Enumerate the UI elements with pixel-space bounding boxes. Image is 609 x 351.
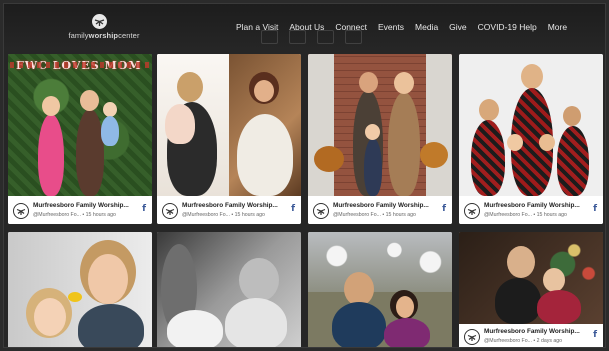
ghost-icon (261, 30, 278, 44)
post-account-name[interactable]: Murfreesboro Family Worship... (484, 328, 580, 335)
post-footer: Murfreesboro Family Worship... @Murfrees… (157, 198, 301, 224)
ghost-icon (317, 30, 334, 44)
social-post-card[interactable]: FWC LOVES MOM Murfreesboro Family Worshi… (8, 54, 152, 224)
post-photo[interactable] (308, 54, 452, 196)
facebook-icon[interactable]: f (142, 204, 146, 214)
avatar[interactable] (162, 203, 178, 219)
post-photo[interactable] (157, 232, 301, 347)
post-meta: @Murfreesboro Fo... • 2 days ago (484, 338, 563, 344)
social-post-card[interactable]: Murfreesboro Family Worship... @Murfrees… (459, 232, 603, 347)
ghost-icon (345, 30, 362, 44)
social-post-card[interactable] (8, 232, 152, 347)
header-background-icons (261, 30, 362, 44)
ghost-icon (289, 30, 306, 44)
avatar[interactable] (464, 203, 480, 219)
main-nav: Plan a Visit About Us Connect Events Med… (236, 22, 578, 32)
post-account-name[interactable]: Murfreesboro Family Worship... (33, 202, 129, 209)
facebook-icon[interactable]: f (593, 204, 597, 214)
nav-item-about-us[interactable]: About Us (289, 22, 324, 32)
post-meta: @Murfreesboro Fo... • 15 hours ago (182, 212, 265, 218)
facebook-icon[interactable]: f (442, 204, 446, 214)
nav-item-more[interactable]: More (548, 22, 567, 32)
post-footer: Murfreesboro Family Worship... @Murfrees… (8, 198, 152, 224)
post-footer: Murfreesboro Family Worship... @Murfrees… (459, 324, 603, 347)
nav-item-give[interactable]: Give (449, 22, 466, 32)
site-logo[interactable]: familyworshipcenter (64, 14, 144, 42)
site-header: familyworshipcenter Plan a Visit About U… (4, 4, 605, 50)
post-photo[interactable] (8, 232, 152, 347)
social-post-card[interactable] (157, 232, 301, 347)
post-account-name[interactable]: Murfreesboro Family Worship... (182, 202, 278, 209)
social-post-card[interactable] (308, 232, 452, 347)
post-photo[interactable] (157, 54, 301, 196)
facebook-icon[interactable]: f (593, 330, 597, 340)
nav-item-plan-a-visit[interactable]: Plan a Visit (236, 22, 278, 32)
post-photo[interactable] (459, 232, 603, 324)
post-meta: @Murfreesboro Fo... • 15 hours ago (484, 212, 567, 218)
avatar[interactable] (464, 329, 480, 345)
social-post-card[interactable]: Murfreesboro Family Worship... @Murfrees… (308, 54, 452, 224)
social-post-card[interactable]: Murfreesboro Family Worship... @Murfrees… (459, 54, 603, 224)
post-photo[interactable]: FWC LOVES MOM (8, 54, 152, 196)
avatar[interactable] (313, 203, 329, 219)
avatar[interactable] (13, 203, 29, 219)
post-account-name[interactable]: Murfreesboro Family Worship... (484, 202, 580, 209)
logo-wordmark: familyworshipcenter (68, 31, 140, 40)
page-frame: familyworshipcenter Plan a Visit About U… (3, 3, 606, 348)
nav-item-connect[interactable]: Connect (335, 22, 367, 32)
nav-item-events[interactable]: Events (378, 22, 404, 32)
post-footer: Murfreesboro Family Worship... @Murfrees… (459, 198, 603, 224)
post-photo[interactable] (459, 54, 603, 196)
post-meta: @Murfreesboro Fo... • 15 hours ago (33, 212, 116, 218)
nav-item-media[interactable]: Media (415, 22, 438, 32)
logo-icon (92, 14, 107, 29)
nav-item-covid-help[interactable]: COVID-19 Help (478, 22, 537, 32)
facebook-icon[interactable]: f (291, 204, 295, 214)
post-photo[interactable] (308, 232, 452, 347)
post-footer: Murfreesboro Family Worship... @Murfrees… (308, 198, 452, 224)
social-post-card[interactable]: Murfreesboro Family Worship... @Murfrees… (157, 54, 301, 224)
post-meta: @Murfreesboro Fo... • 15 hours ago (333, 212, 416, 218)
post-account-name[interactable]: Murfreesboro Family Worship... (333, 202, 429, 209)
